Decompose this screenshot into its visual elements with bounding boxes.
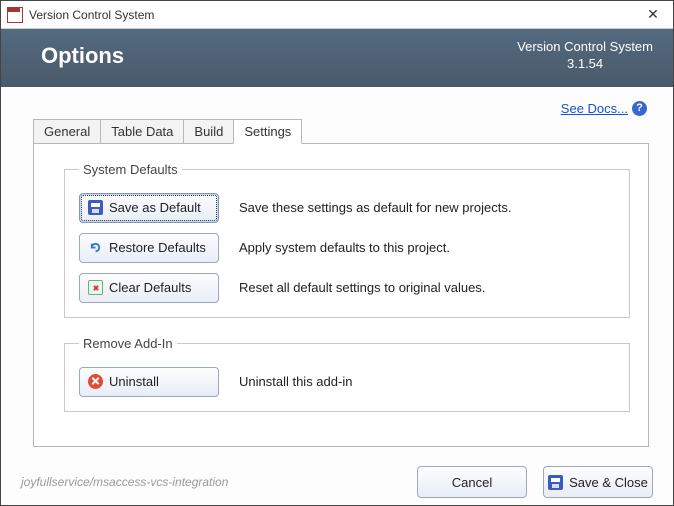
uninstall-icon <box>88 374 103 389</box>
group-system-defaults: System Defaults Save as Default Save the… <box>64 162 630 318</box>
row-uninstall: Uninstall Uninstall this add-in <box>79 367 615 397</box>
cancel-button[interactable]: Cancel <box>417 466 527 498</box>
restore-defaults-button[interactable]: Restore Defaults <box>79 233 219 263</box>
help-icon[interactable]: ? <box>632 101 647 116</box>
repo-label: joyfullservice/msaccess-vcs-integration <box>21 475 228 489</box>
save-as-default-button[interactable]: Save as Default <box>79 193 219 223</box>
tabpanel-settings: System Defaults Save as Default Save the… <box>33 143 649 447</box>
save-icon <box>88 200 103 215</box>
uninstall-button[interactable]: Uninstall <box>79 367 219 397</box>
window: Version Control System ✕ Options Version… <box>0 0 674 506</box>
row-restore-defaults: Restore Defaults Apply system defaults t… <box>79 233 615 263</box>
group-system-defaults-legend: System Defaults <box>79 162 182 177</box>
window-title: Version Control System <box>29 8 154 22</box>
row-save-default: Save as Default Save these settings as d… <box>79 193 615 223</box>
uninstall-label: Uninstall <box>109 374 159 389</box>
cancel-label: Cancel <box>452 475 492 490</box>
tab-table-data[interactable]: Table Data <box>100 119 184 144</box>
clear-defaults-label: Clear Defaults <box>109 280 191 295</box>
see-docs-link-group: See Docs... ? <box>561 101 647 116</box>
tab-build[interactable]: Build <box>183 119 234 144</box>
group-remove-addin-legend: Remove Add-In <box>79 336 177 351</box>
tab-settings[interactable]: Settings <box>233 119 302 144</box>
save-as-default-label: Save as Default <box>109 200 201 215</box>
uninstall-desc: Uninstall this add-in <box>239 374 352 389</box>
group-remove-addin: Remove Add-In Uninstall Uninstall this a… <box>64 336 630 412</box>
clear-defaults-button[interactable]: Clear Defaults <box>79 273 219 303</box>
save-close-button[interactable]: Save & Close <box>543 466 653 498</box>
clear-icon <box>88 280 103 295</box>
app-icon <box>7 7 23 23</box>
save-close-label: Save & Close <box>569 475 648 490</box>
tab-general[interactable]: General <box>33 119 101 144</box>
close-button[interactable]: ✕ <box>633 1 673 28</box>
product-version: 3.1.54 <box>517 56 653 73</box>
page-title: Options <box>41 43 124 69</box>
titlebar: Version Control System ✕ <box>1 1 673 29</box>
clear-defaults-desc: Reset all default settings to original v… <box>239 280 485 295</box>
undo-icon <box>88 240 103 255</box>
header: Options Version Control System 3.1.54 <box>1 29 673 87</box>
save-icon <box>548 475 563 490</box>
content-area: See Docs... ? General Table Data Build S… <box>1 87 673 459</box>
header-product-info: Version Control System 3.1.54 <box>517 39 653 73</box>
save-as-default-desc: Save these settings as default for new p… <box>239 200 511 215</box>
product-name: Version Control System <box>517 39 653 56</box>
bottombar: joyfullservice/msaccess-vcs-integration … <box>1 459 673 505</box>
restore-defaults-label: Restore Defaults <box>109 240 206 255</box>
see-docs-link[interactable]: See Docs... <box>561 101 628 116</box>
tabstrip: General Table Data Build Settings <box>33 119 301 144</box>
row-clear-defaults: Clear Defaults Reset all default setting… <box>79 273 615 303</box>
restore-defaults-desc: Apply system defaults to this project. <box>239 240 450 255</box>
